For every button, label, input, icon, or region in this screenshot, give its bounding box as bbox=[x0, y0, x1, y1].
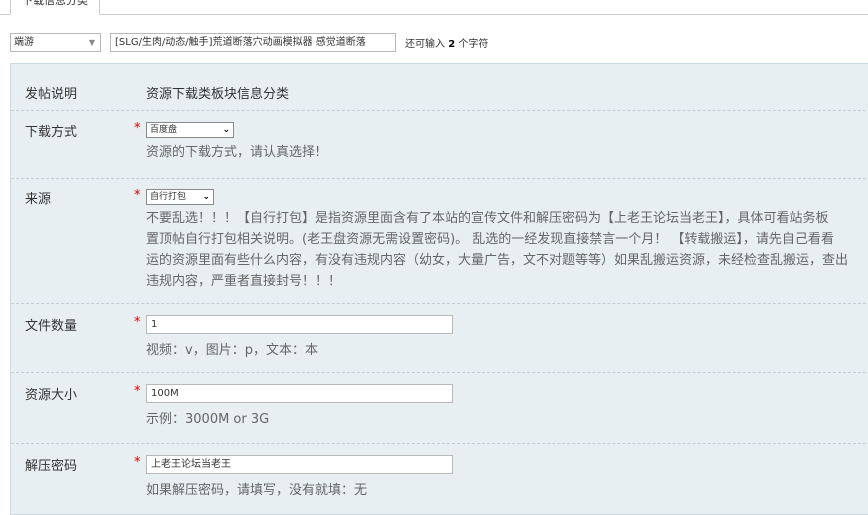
title-input[interactable]: [SLG/生肉/动态/触手]荒道断落穴动画模拟器 感觉道断落 bbox=[110, 33, 396, 52]
row-password: 解压密码 * 上老王论坛当老王 如果解压密码，请填写，没有就填：无 bbox=[11, 444, 868, 514]
download-method-value: 百度盘 bbox=[150, 125, 178, 135]
password-input[interactable]: 上老王论坛当老王 bbox=[146, 455, 453, 474]
tab-strip: 下载信息分类 bbox=[0, 0, 868, 15]
required-marker: * bbox=[134, 121, 141, 136]
source-label: 来源 bbox=[25, 192, 52, 207]
download-method-label: 下载方式 bbox=[25, 125, 78, 140]
source-hint-line-4: 违规内容，严重者直接封号！！！ bbox=[146, 274, 342, 289]
size-label: 资源大小 bbox=[25, 388, 78, 403]
size-hint: 示例：3000M or 3G bbox=[146, 412, 270, 427]
thread-type-value: 端游 bbox=[14, 37, 34, 48]
chevron-down-icon: ⌄ bbox=[222, 125, 230, 135]
file-count-label: 文件数量 bbox=[25, 319, 78, 334]
source-value: 自行打包 bbox=[150, 192, 187, 202]
password-label: 解压密码 bbox=[25, 459, 78, 474]
chevron-down-icon: ⌄ bbox=[202, 192, 210, 202]
counter-number: 2 bbox=[448, 39, 456, 50]
row-source: 来源 * 自行打包 ⌄ 不要乱选！！！【自行打包】是指资源里面含有了本站的宣传文… bbox=[11, 179, 868, 304]
required-marker: * bbox=[134, 188, 141, 203]
required-marker: * bbox=[134, 315, 141, 330]
chevron-down-icon: ▼ bbox=[88, 38, 95, 47]
source-select[interactable]: 自行打包 ⌄ bbox=[146, 189, 214, 205]
counter-prefix: 还可输入 bbox=[405, 39, 445, 50]
size-input[interactable]: 100M bbox=[146, 384, 453, 403]
required-marker: * bbox=[134, 455, 141, 470]
row-post-desc: 发帖说明 资源下载类板块信息分类 bbox=[11, 64, 868, 111]
row-file-count: 文件数量 * 1 视频：v，图片：p，文本：本 bbox=[11, 304, 868, 373]
file-count-hint: 视频：v，图片：p，文本：本 bbox=[146, 343, 318, 358]
post-desc-label: 发帖说明 bbox=[25, 87, 78, 102]
post-desc-value: 资源下载类板块信息分类 bbox=[146, 87, 290, 102]
download-method-hint: 资源的下载方式，请认真选择! bbox=[146, 145, 321, 160]
required-marker: * bbox=[134, 384, 141, 399]
char-counter: 还可输入 2 个字符 bbox=[405, 35, 488, 50]
source-hint-line-2: 置顶帖自行打包相关说明。(老王盘资源无需设置密码)。 乱选的一经发现直接禁言一个… bbox=[146, 232, 834, 247]
row-download-method: 下载方式 * 百度盘 ⌄ 资源的下载方式，请认真选择! bbox=[11, 111, 868, 179]
source-hint-line-1: 不要乱选！！！【自行打包】是指资源里面含有了本站的宣传文件和解压密码为【上老王论… bbox=[146, 211, 829, 226]
source-hint-line-3: 运的资源里面有些什么内容，有没有违规内容（幼女，大量广告，文不对题等等）如果乱搬… bbox=[146, 253, 849, 268]
thread-type-select[interactable]: 端游 ▼ bbox=[10, 33, 101, 52]
file-count-input[interactable]: 1 bbox=[146, 315, 453, 334]
counter-suffix: 个字符 bbox=[458, 39, 489, 50]
category-info-panel: 发帖说明 资源下载类板块信息分类 下载方式 * 百度盘 ⌄ 资源的下载方式，请认… bbox=[10, 63, 868, 515]
tab-download-info[interactable]: 下载信息分类 bbox=[10, 0, 100, 15]
title-row: 端游 ▼ [SLG/生肉/动态/触手]荒道断落穴动画模拟器 感觉道断落 还可输入… bbox=[10, 32, 868, 54]
password-hint: 如果解压密码，请填写，没有就填：无 bbox=[146, 483, 368, 498]
download-method-select[interactable]: 百度盘 ⌄ bbox=[146, 122, 234, 138]
row-size: 资源大小 * 100M 示例：3000M or 3G bbox=[11, 373, 868, 444]
